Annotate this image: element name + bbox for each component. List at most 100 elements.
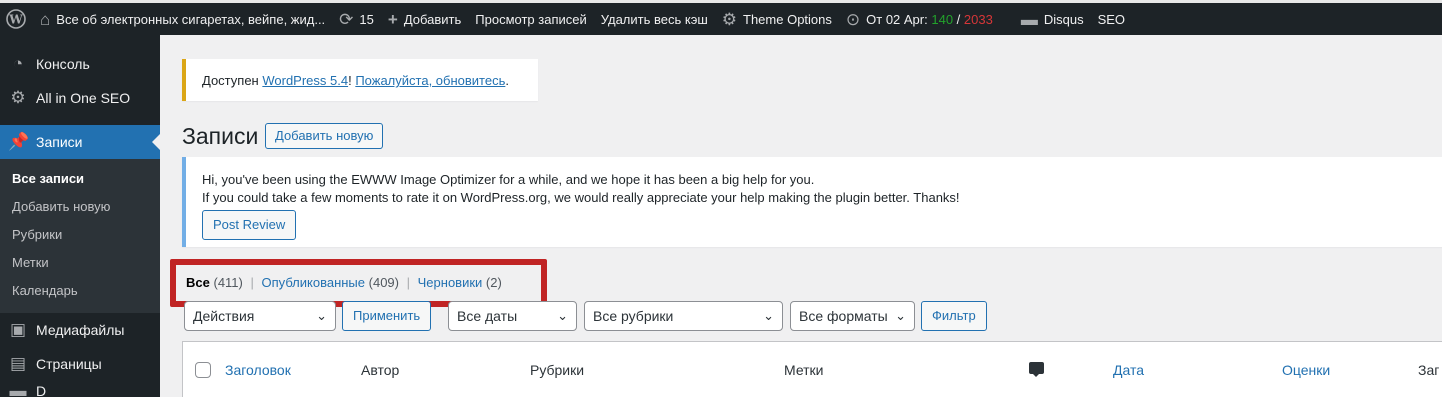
update-notice-prefix: Доступен <box>202 73 263 88</box>
column-date[interactable]: Дата <box>1113 362 1144 378</box>
menu-posts-label: Записи <box>36 134 83 150</box>
svg-text:W: W <box>8 13 23 27</box>
updates-count: 15 <box>359 11 374 27</box>
chevron-down-icon: ⌄ <box>895 308 906 323</box>
comments-icon: ▬ <box>9 381 27 397</box>
menu-dashboard-label: Консоль <box>36 56 90 72</box>
column-tags: Метки <box>784 362 824 378</box>
menu-pages[interactable]: ▤ Страницы <box>0 347 160 381</box>
format-filter-value: Все форматы <box>799 308 888 324</box>
posts-table-header: Заголовок Автор Рубрики Метки Дата Оценк… <box>182 341 1442 397</box>
category-filter-select[interactable]: Все рубрики ⌄ <box>584 301 783 331</box>
wordpress-version-link[interactable]: WordPress 5.4 <box>262 73 348 88</box>
plus-icon: + <box>387 9 398 29</box>
view-drafts-link[interactable]: Черновики <box>418 275 483 290</box>
column-author: Автор <box>361 362 400 378</box>
ewww-notice-line1: Hi, you've been using the EWWW Image Opt… <box>202 172 815 187</box>
view-separator: | <box>406 275 411 290</box>
site-title: Все об электронных сигаретах, вейпе, жид… <box>56 11 326 27</box>
seo-link[interactable]: SEO <box>1091 3 1132 35</box>
seo-label: SEO <box>1097 11 1126 27</box>
theme-options-link[interactable]: ⚙ Theme Options <box>715 3 839 35</box>
clear-cache-label: Удалить весь кэш <box>600 11 708 27</box>
menu-dashboard[interactable]: ◔ Консоль <box>0 47 160 81</box>
update-notice-suffix: . <box>505 73 509 88</box>
menu-media[interactable]: ▣ Медиафайлы <box>0 313 160 347</box>
site-name-link[interactable]: ⌂ Все об электронных сигаретах, вейпе, ж… <box>33 3 332 35</box>
main-content: Доступен WordPress 5.4! Пожалуйста, обно… <box>160 35 1442 397</box>
disqus-label: Disqus <box>1043 11 1084 27</box>
post-status-views: Все (411) | Опубликованные (409) | Черно… <box>170 259 547 307</box>
date-filter-value: Все даты <box>457 308 518 324</box>
column-categories: Рубрики <box>530 362 585 378</box>
view-published-link[interactable]: Опубликованные <box>262 275 366 290</box>
page-icon: ▤ <box>9 354 27 373</box>
clear-cache-link[interactable]: Удалить весь кэш <box>594 3 715 35</box>
disqus-link[interactable]: ▬ Disqus <box>1014 3 1091 35</box>
select-all-checkbox[interactable] <box>195 362 211 378</box>
bulk-actions-value: Действия <box>193 308 255 324</box>
admin-sidebar: ◔ Консоль ⚙ All in One SEO 📌 Записи Все … <box>0 35 160 397</box>
home-icon: ⌂ <box>40 9 51 29</box>
filter-button[interactable]: Фильтр <box>921 301 987 331</box>
menu-next-item[interactable]: ▬ D <box>0 381 160 397</box>
submenu-all-posts[interactable]: Все записи <box>0 165 160 193</box>
view-separator: | <box>250 275 254 290</box>
view-published-count: (409) <box>368 275 399 290</box>
submenu-tags[interactable]: Метки <box>0 249 160 277</box>
menu-pages-label: Страницы <box>36 356 102 372</box>
view-posts-label: Просмотр записей <box>475 11 587 27</box>
column-title[interactable]: Заголовок <box>225 362 291 378</box>
ewww-review-notice: Hi, you've been using the EWWW Image Opt… <box>182 157 1442 247</box>
stats-visitors: 140 <box>931 11 954 27</box>
chevron-down-icon: ⌄ <box>316 308 327 323</box>
post-review-button[interactable]: Post Review <box>202 210 297 240</box>
posts-submenu: Все записи Добавить новую Рубрики Метки … <box>0 159 160 313</box>
search-stats-icon: ⊙ <box>845 9 861 29</box>
menu-next-label: D <box>36 383 47 397</box>
submenu-calendar[interactable]: Календарь <box>0 277 160 305</box>
column-ratings[interactable]: Оценки <box>1282 362 1330 378</box>
comments-column-icon[interactable] <box>1029 362 1044 377</box>
menu-aioseo-label: All in One SEO <box>36 90 131 106</box>
comment-icon: ▬ <box>1020 9 1038 29</box>
updates-link[interactable]: ⟳ 15 <box>332 3 381 35</box>
media-icon: ▣ <box>9 320 27 339</box>
view-all-link[interactable]: Все <box>186 275 210 290</box>
pushpin-icon: 📌 <box>8 132 30 151</box>
ewww-notice-line2: If you could take a few moments to rate … <box>202 190 960 205</box>
refresh-icon: ⟳ <box>339 9 354 29</box>
submenu-categories[interactable]: Рубрики <box>0 221 160 249</box>
menu-aioseo[interactable]: ⚙ All in One SEO <box>0 81 160 115</box>
submenu-add-new[interactable]: Добавить новую <box>0 193 160 221</box>
please-update-link[interactable]: Пожалуйста, обновитесь <box>355 73 505 88</box>
column-truncated: Заг <box>1418 362 1440 378</box>
category-filter-value: Все рубрики <box>593 308 674 324</box>
update-notice: Доступен WordPress 5.4! Пожалуйста, обно… <box>182 59 538 101</box>
bulk-actions-select[interactable]: Действия ⌄ <box>184 301 336 331</box>
settings-gear-icon: ⚙ <box>10 88 26 107</box>
format-filter-select[interactable]: Все форматы ⌄ <box>790 301 915 331</box>
stats-views: 2033 <box>963 11 993 27</box>
date-filter-select[interactable]: Все даты ⌄ <box>448 301 577 331</box>
view-all-count: (411) <box>213 275 243 290</box>
menu-media-label: Медиафайлы <box>36 322 125 338</box>
stats-separator: / <box>953 11 964 27</box>
gear-icon: ⚙ <box>721 9 738 29</box>
wordpress-logo-icon[interactable]: W <box>0 3 33 35</box>
menu-posts[interactable]: 📌 Записи <box>0 125 160 159</box>
page-title: Записи <box>182 123 259 149</box>
chevron-down-icon: ⌄ <box>557 308 568 323</box>
chevron-down-icon: ⌄ <box>763 308 774 323</box>
new-content-label: Добавить <box>403 11 462 27</box>
theme-options-label: Theme Options <box>743 11 832 27</box>
apply-button[interactable]: Применить <box>342 301 432 331</box>
stats-link[interactable]: ⊙ От 02 Apr: 140 / 2033 <box>839 3 1000 35</box>
view-drafts-count: (2) <box>485 275 502 290</box>
view-posts-link[interactable]: Просмотр записей <box>468 3 593 35</box>
admin-bar: W ⌂ Все об электронных сигаретах, вейпе,… <box>0 0 1442 35</box>
add-new-post-button[interactable]: Добавить новую <box>265 123 384 149</box>
dashboard-icon: ◔ <box>12 54 24 73</box>
stats-prefix: От 02 Apr: <box>866 11 928 27</box>
new-content-link[interactable]: + Добавить <box>381 3 468 35</box>
